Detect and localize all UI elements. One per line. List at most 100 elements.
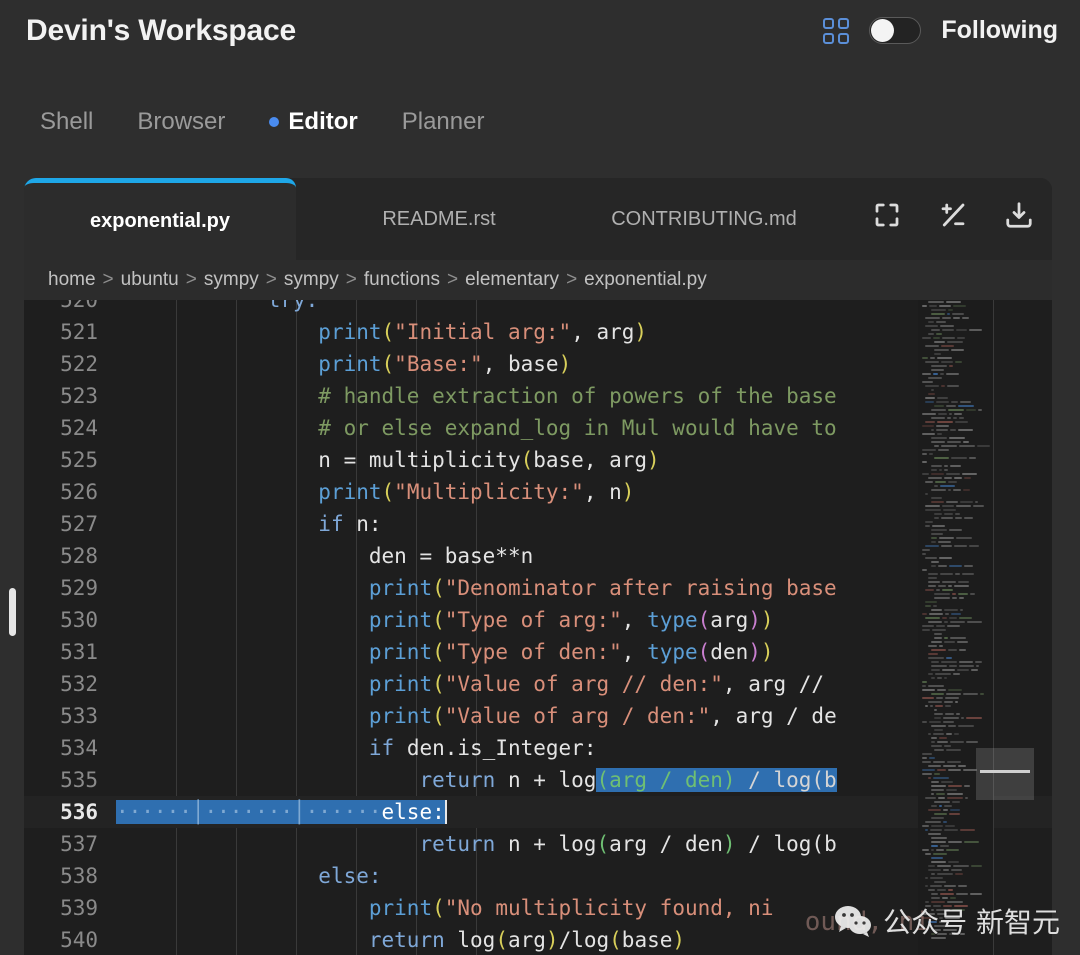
download-icon[interactable] <box>1004 200 1034 230</box>
active-tab-dot-icon <box>269 117 280 127</box>
code-token: ( <box>495 928 508 952</box>
line-number: 528 <box>60 544 98 568</box>
workspace-tabs: Shell Browser Editor Planner <box>40 108 484 136</box>
code-token: # handle extraction of powers of the bas… <box>318 384 837 408</box>
code-line[interactable]: 525 n = multiplicity(base, arg) <box>24 444 1052 476</box>
text-caret <box>444 800 447 824</box>
code-token: base <box>507 352 559 376</box>
breadcrumb-item-ubuntu[interactable]: ubuntu <box>121 269 179 291</box>
line-number: 521 <box>60 320 98 344</box>
code-token: return <box>419 832 496 856</box>
code-line[interactable]: 529 print("Denominator after raising bas… <box>24 572 1052 604</box>
code-token: ( <box>432 896 445 920</box>
code-line[interactable]: 530 print("Type of arg:", type(arg)) <box>24 604 1052 636</box>
breadcrumb-item-functions[interactable]: functions <box>364 269 440 291</box>
code-token: log <box>444 928 496 952</box>
breadcrumb-item-elementary[interactable]: elementary <box>465 269 559 291</box>
code-token: ( <box>432 608 445 632</box>
minimap[interactable] <box>918 300 994 955</box>
code-token: ······│·······│······ <box>116 800 382 824</box>
code-token: "Value of arg // den:" <box>444 672 723 696</box>
toggle-knob <box>871 19 895 42</box>
code-line[interactable]: 531 print("Type of den:", type(den)) <box>24 636 1052 668</box>
code-token: n + log <box>495 832 597 856</box>
code-token: den <box>710 640 749 664</box>
code-token: type <box>647 640 698 664</box>
code-line[interactable]: 534 if den.is_Integer: <box>24 732 1052 764</box>
code-line[interactable]: 520 try: <box>24 300 1052 316</box>
line-number: 530 <box>60 608 98 632</box>
code-token: arg <box>710 608 749 632</box>
code-token: if <box>368 736 395 760</box>
code-line-text: if n: <box>116 512 1052 536</box>
code-line[interactable]: 524 # or else expand_log in Mul would ha… <box>24 412 1052 444</box>
breadcrumb-item-file[interactable]: exponential.py <box>584 269 707 291</box>
code-line-text: print("Denominator after raising base <box>116 576 1052 600</box>
file-tab-exponential-py[interactable]: exponential.py <box>24 178 296 260</box>
code-line[interactable]: 522 print("Base:", base) <box>24 348 1052 380</box>
tab-editor[interactable]: Editor <box>269 108 358 136</box>
minimap-scrollbar-thumb[interactable] <box>976 748 1034 800</box>
breadcrumb-item-sympy-2[interactable]: sympy <box>284 269 339 291</box>
tab-planner[interactable]: Planner <box>402 108 485 136</box>
tab-shell-label: Shell <box>40 108 94 135</box>
grid-cell <box>838 32 850 44</box>
code-line[interactable]: 532 print("Value of arg // den:", arg // <box>24 668 1052 700</box>
code-token: ( <box>520 448 534 472</box>
panel-resize-handle[interactable] <box>9 588 16 636</box>
code-token: print <box>368 896 433 920</box>
breadcrumb-item-home[interactable]: home <box>48 269 96 291</box>
tab-shell[interactable]: Shell <box>40 108 93 136</box>
code-token: "Base:" <box>394 352 483 376</box>
code-line[interactable]: 535 return n + log(arg / den) / log(b <box>24 764 1052 796</box>
breadcrumb-item-sympy[interactable]: sympy <box>204 269 259 291</box>
code-line[interactable]: 521 print("Initial arg:", arg) <box>24 316 1052 348</box>
code-token: ( <box>381 352 395 376</box>
code-line[interactable]: 533 print("Value of arg / den:", arg / d… <box>24 700 1052 732</box>
code-line-text: return n + log(arg / den) / log(b <box>116 768 1052 792</box>
diff-icon[interactable] <box>938 200 968 230</box>
tab-browser[interactable]: Browser <box>137 108 225 136</box>
line-number: 534 <box>60 736 98 760</box>
code-line[interactable]: 538 else: <box>24 860 1052 892</box>
breadcrumb-separator: > <box>185 269 197 290</box>
code-line[interactable]: 526 print("Multiplicity:", n) <box>24 476 1052 508</box>
code-token: base <box>621 928 673 952</box>
code-token: ) <box>672 928 686 952</box>
file-tab-readme-rst[interactable]: README.rst <box>324 178 554 260</box>
code-token: else: <box>318 864 382 888</box>
code-editor[interactable]: 520 try: 521 print("Initial arg:", arg) 52… <box>24 300 1052 955</box>
watermark-text: 公众号 新智元 <box>883 906 1060 939</box>
code-token: ( <box>609 928 622 952</box>
breadcrumb-separator: > <box>345 269 357 290</box>
line-number: 533 <box>60 704 98 728</box>
line-number: 538 <box>60 864 98 888</box>
code-line[interactable]: 523 # handle extraction of powers of the… <box>24 380 1052 412</box>
code-line[interactable]: 537 return n + log(arg / den) / log(b <box>24 828 1052 860</box>
following-toggle[interactable] <box>869 17 922 44</box>
file-tab-contributing-md[interactable]: CONTRIBUTING.md <box>564 178 844 260</box>
code-token: ( <box>697 640 711 664</box>
code-line[interactable]: 528 den = base**n <box>24 540 1052 572</box>
code-token: / log(b <box>735 832 837 856</box>
line-number: 537 <box>60 832 98 856</box>
code-token: else: <box>381 800 445 824</box>
line-number: 524 <box>60 416 98 440</box>
code-token: print <box>368 672 433 696</box>
code-line[interactable]: 536 ······│·······│······else: <box>24 796 1052 828</box>
editor-panel: exponential.py README.rst CONTRIBUTING.m… <box>24 178 1052 955</box>
code-token: (arg / den) <box>596 768 736 792</box>
code-token: n: <box>343 512 382 536</box>
code-token: return <box>419 768 496 792</box>
fullscreen-icon[interactable] <box>872 200 902 230</box>
code-token: print <box>368 640 433 664</box>
code-line[interactable]: 527 if n: <box>24 508 1052 540</box>
grid-apps-icon[interactable] <box>823 17 850 44</box>
code-line-text: n = multiplicity(base, arg) <box>116 448 1052 472</box>
code-token: ) <box>545 928 559 952</box>
